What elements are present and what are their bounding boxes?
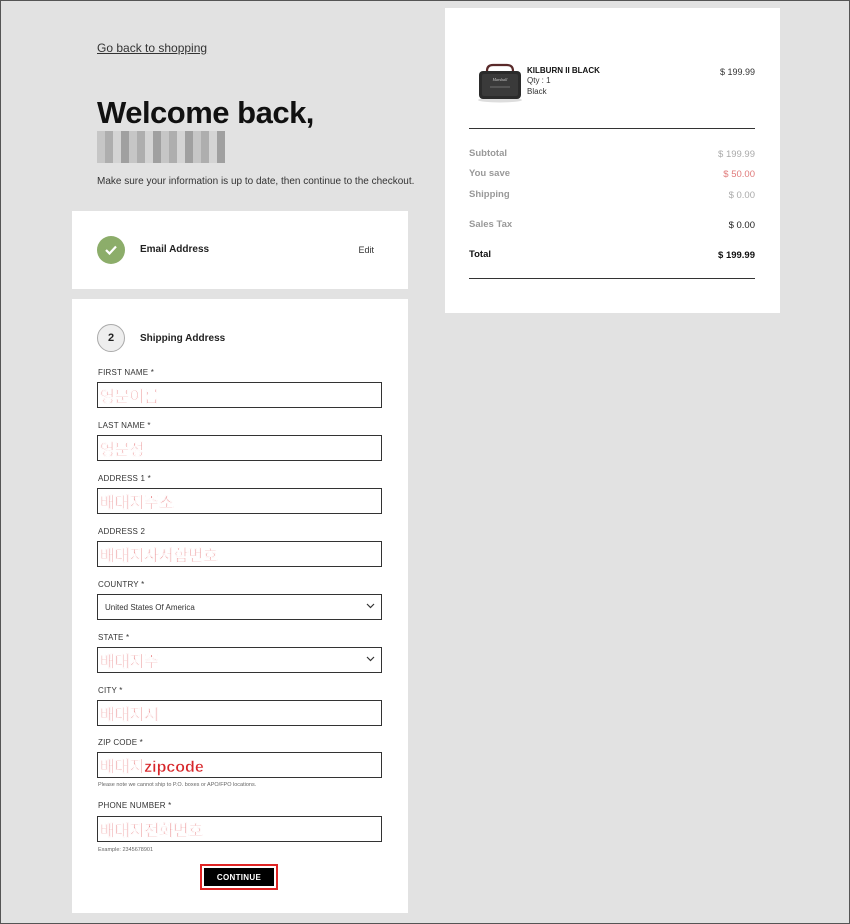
zip-note: Please note we cannot ship to P.O. boxes… [98, 782, 257, 788]
phone-value: 배대지전화번호 [100, 823, 204, 840]
state-label: STATE * [98, 633, 130, 642]
divider [469, 128, 755, 129]
sales-tax-value: $ 0.00 [728, 220, 755, 231]
email-step-card: Email Address Edit [72, 211, 408, 289]
product-qty: Qty : 1 [527, 76, 551, 85]
shipping-step-label: Shipping Address [140, 333, 226, 344]
address2-field[interactable]: 배대지사서함번호 [97, 541, 382, 567]
step-number-badge: 2 [97, 324, 125, 352]
chevron-down-icon [366, 603, 375, 609]
svg-text:Marshall: Marshall [492, 77, 509, 82]
address1-field[interactable]: 배대지주소 [97, 488, 382, 514]
shipping-label: Shipping [469, 189, 510, 200]
first-name-field[interactable]: 영문이름 [97, 382, 382, 408]
city-label: CITY * [98, 686, 123, 695]
address2-value: 배대지사서함번호 [100, 548, 218, 565]
welcome-heading: Welcome back, [97, 95, 314, 130]
address1-value: 배대지주소 [100, 495, 174, 512]
continue-button[interactable]: CONTINUE [200, 864, 278, 890]
product-price: $ 199.99 [719, 67, 755, 77]
subtotal-label: Subtotal [469, 148, 507, 159]
last-name-field[interactable]: 영문성 [97, 435, 382, 461]
edit-email-link[interactable]: Edit [358, 245, 374, 255]
last-name-value: 영문성 [100, 442, 145, 459]
email-step-label: Email Address [140, 244, 210, 255]
you-save-label: You save [469, 168, 511, 179]
divider [469, 278, 755, 279]
welcome-subtitle: Make sure your information is up to date… [97, 176, 415, 187]
shipping-value: $ 0.00 [728, 190, 755, 201]
state-select[interactable]: 배대지주 [97, 647, 382, 673]
blurred-user-name [97, 131, 225, 163]
first-name-label: FIRST NAME * [98, 368, 155, 377]
you-save-value: $ 50.00 [723, 169, 755, 180]
subtotal-value: $ 199.99 [718, 149, 755, 160]
country-select[interactable]: United States Of America [97, 594, 382, 620]
country-label: COUNTRY * [98, 580, 145, 589]
zip-value: 배대지zipcode [100, 759, 204, 776]
phone-note: Example: 2345678901 [98, 847, 154, 853]
city-field[interactable]: 배대지시 [97, 700, 382, 726]
phone-field[interactable]: 배대지전화번호 [97, 816, 382, 842]
back-to-shopping-link[interactable]: Go back to shopping [97, 41, 207, 55]
address1-label: ADDRESS 1 * [98, 474, 151, 483]
speaker-icon: Marshall [478, 63, 522, 103]
chevron-down-icon [366, 656, 375, 662]
state-value: 배대지주 [100, 654, 159, 671]
order-summary-card: Marshall KILBURN II BLACK Qty : 1 Black … [445, 8, 780, 313]
product-color: Black [527, 87, 547, 96]
total-label: Total [469, 249, 491, 260]
check-icon [97, 236, 125, 264]
phone-label: PHONE NUMBER * [98, 801, 172, 810]
shipping-step-card: 2 Shipping Address FIRST NAME * 영문이름 LAS… [72, 299, 408, 913]
sales-tax-label: Sales Tax [469, 219, 513, 230]
country-value: United States Of America [105, 602, 195, 612]
city-value: 배대지시 [100, 707, 159, 724]
total-value: $ 199.99 [718, 250, 755, 261]
first-name-value: 영문이름 [100, 389, 159, 406]
last-name-label: LAST NAME * [98, 421, 151, 430]
zip-label: ZIP CODE * [98, 738, 143, 747]
product-name: KILBURN II BLACK [527, 66, 600, 75]
continue-label: CONTINUE [204, 868, 274, 886]
address2-label: ADDRESS 2 [98, 527, 146, 536]
zip-field[interactable]: 배대지zipcode [97, 752, 382, 778]
